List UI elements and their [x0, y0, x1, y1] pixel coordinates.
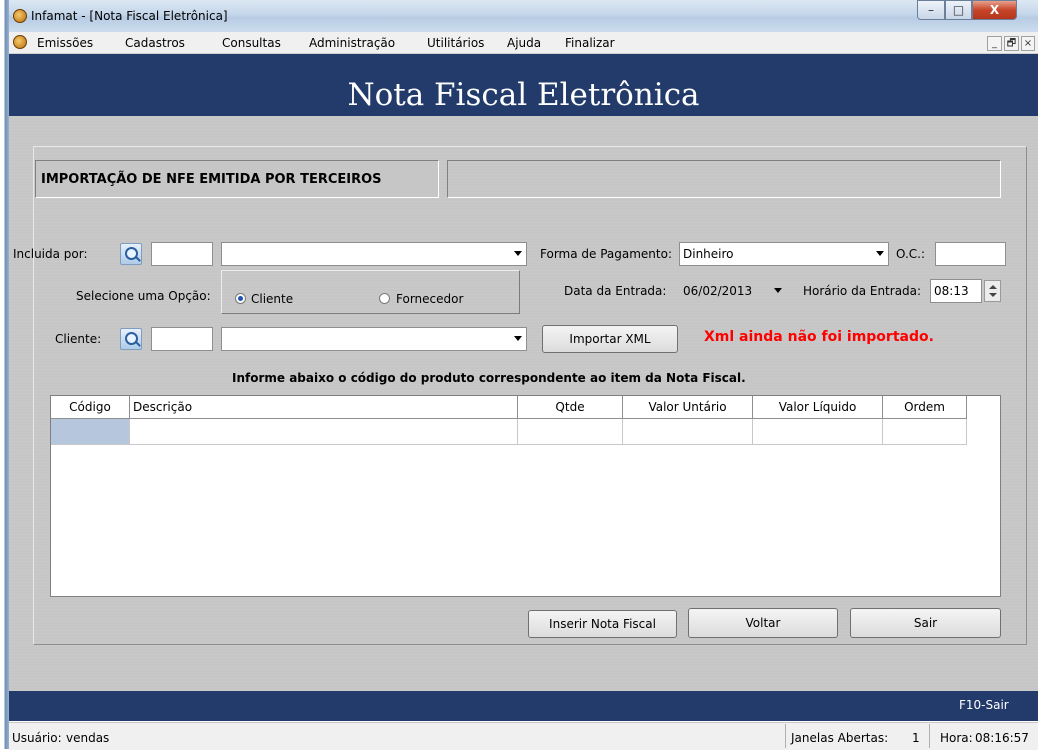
heading-info-box	[447, 160, 1001, 198]
maximize-button[interactable]: □	[945, 0, 972, 20]
grid-instruction: Informe abaixo o código do produto corre…	[232, 371, 746, 385]
footer-bar	[9, 691, 1038, 721]
inserir-nota-button[interactable]: Inserir Nota Fiscal	[528, 610, 677, 638]
data-entrada-value: 06/02/2013	[683, 284, 753, 298]
hora-entrada-input[interactable]: 08:13	[930, 279, 982, 303]
mdi-minimize-button[interactable]: _	[987, 36, 1002, 51]
xml-status-text: Xml ainda não foi importado.	[704, 329, 934, 345]
importar-xml-button[interactable]: Importar XML	[542, 325, 678, 353]
page-title: Nota Fiscal Eletrônica	[347, 77, 700, 113]
radio-cliente-label[interactable]: Cliente	[251, 292, 293, 306]
usuario-label: Usuário:	[12, 731, 62, 745]
menu-ajuda[interactable]: Ajuda	[507, 36, 541, 50]
pagamento-label: Forma de Pagamento:	[540, 247, 672, 261]
cliente-label: Cliente:	[55, 332, 102, 346]
magnifier-icon	[125, 332, 138, 345]
close-button[interactable]: X	[972, 0, 1017, 20]
grid-header-ordem[interactable]: Ordem	[883, 396, 967, 419]
incluida-name-select[interactable]	[221, 242, 527, 266]
hora-entrada-label: Horário da Entrada:	[803, 284, 922, 298]
oc-label: O.C.:	[896, 247, 926, 261]
hora-label: Hora:	[940, 731, 973, 745]
chevron-down-icon	[876, 251, 884, 256]
menu-administracao[interactable]: Administração	[309, 36, 395, 50]
radio-cliente[interactable]	[235, 293, 246, 304]
mdi-app-icon[interactable]	[13, 35, 27, 49]
grid-cell-ordem[interactable]	[883, 419, 967, 445]
f10-shortcut-hint: F10-Sair	[959, 698, 1009, 712]
grid-cell-valor-liquido[interactable]	[753, 419, 883, 445]
radio-fornecedor[interactable]	[379, 293, 390, 304]
incluida-code-input[interactable]	[151, 242, 213, 266]
magnifier-icon	[125, 247, 138, 260]
data-entrada-picker[interactable]: 06/02/2013	[679, 279, 787, 303]
hora-value: 08:16:57	[975, 731, 1029, 745]
grid-header-valor-unitario[interactable]: Valor Untário	[623, 396, 753, 419]
data-entrada-label: Data da Entrada:	[564, 284, 667, 298]
window-title: Infamat - [Nota Fiscal Eletrônica]	[31, 9, 228, 23]
pagamento-value: Dinheiro	[683, 247, 734, 261]
grid-header-qtde[interactable]: Qtde	[518, 396, 623, 419]
opcao-label: Selecione uma Opção:	[76, 289, 211, 303]
usuario-value: vendas	[66, 731, 110, 745]
app-icon	[13, 9, 27, 23]
oc-input[interactable]	[935, 242, 1006, 266]
radio-fornecedor-label[interactable]: Fornecedor	[396, 292, 463, 306]
spin-up-icon	[989, 285, 997, 289]
janelas-value: 1	[912, 731, 920, 745]
voltar-button[interactable]: Voltar	[688, 608, 838, 638]
hora-spinner[interactable]	[984, 280, 1001, 302]
menu-consultas[interactable]: Consultas	[222, 36, 281, 50]
grid-cell-valor-unitario[interactable]	[623, 419, 753, 445]
grid-header-codigo[interactable]: Código	[51, 396, 130, 419]
cliente-search-button[interactable]	[120, 328, 142, 350]
minimize-button[interactable]: –	[917, 0, 945, 20]
cliente-name-select[interactable]	[221, 327, 527, 351]
menu-finalizar[interactable]: Finalizar	[565, 36, 615, 50]
mdi-close-button[interactable]: ×	[1021, 36, 1035, 51]
mdi-restore-button[interactable]: 🗗	[1004, 36, 1019, 51]
incluida-label: Incluida por:	[13, 247, 88, 261]
chevron-down-icon	[514, 336, 522, 341]
menu-utilitarios[interactable]: Utilitários	[427, 36, 484, 50]
status-divider	[929, 724, 930, 748]
cliente-code-input[interactable]	[151, 327, 213, 351]
menu-emissoes[interactable]: Emissões	[37, 36, 93, 50]
desktop-edge	[0, 0, 9, 749]
menu-cadastros[interactable]: Cadastros	[125, 36, 185, 50]
incluida-search-button[interactable]	[120, 243, 142, 265]
grid-header-valor-liquido[interactable]: Valor Líquido	[753, 396, 883, 419]
janelas-label: Janelas Abertas:	[791, 731, 889, 745]
spin-down-icon	[989, 293, 997, 297]
form-heading: IMPORTAÇÃO DE NFE EMITIDA POR TERCEIROS	[41, 172, 382, 187]
chevron-down-icon	[774, 288, 782, 293]
status-divider	[785, 724, 786, 748]
grid-cell-qtde[interactable]	[518, 419, 623, 445]
grid-cell-codigo[interactable]	[51, 419, 130, 445]
grid-header-descricao[interactable]: Descrição	[130, 396, 518, 419]
sair-button[interactable]: Sair	[850, 608, 1001, 638]
pagamento-select[interactable]: Dinheiro	[679, 242, 889, 266]
chevron-down-icon	[514, 251, 522, 256]
grid-cell-descricao[interactable]	[130, 419, 518, 445]
